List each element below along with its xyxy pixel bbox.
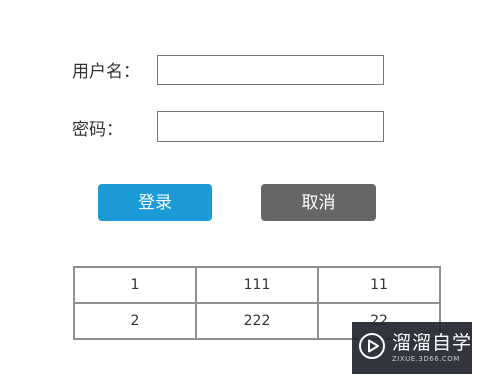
username-input[interactable] [157,55,384,85]
login-button[interactable]: 登录 [98,184,212,221]
table-cell: 11 [317,266,441,304]
watermark-title: 溜溜自学 [392,332,473,354]
password-input[interactable] [157,111,384,142]
play-circle-icon [358,332,386,364]
table-cell: 111 [195,266,319,304]
watermark-url: ZIXUE.3D66.COM [392,355,460,363]
watermark-overlay: 溜溜自学 ZIXUE.3D66.COM [352,322,472,374]
table-cell: 222 [195,302,319,340]
table-cell: 1 [73,266,197,304]
table-row: 1 111 11 [73,266,441,304]
table-cell: 2 [73,302,197,340]
password-label: 密码： [72,120,123,140]
cancel-button[interactable]: 取消 [261,184,376,221]
username-label: 用户名： [72,62,140,82]
